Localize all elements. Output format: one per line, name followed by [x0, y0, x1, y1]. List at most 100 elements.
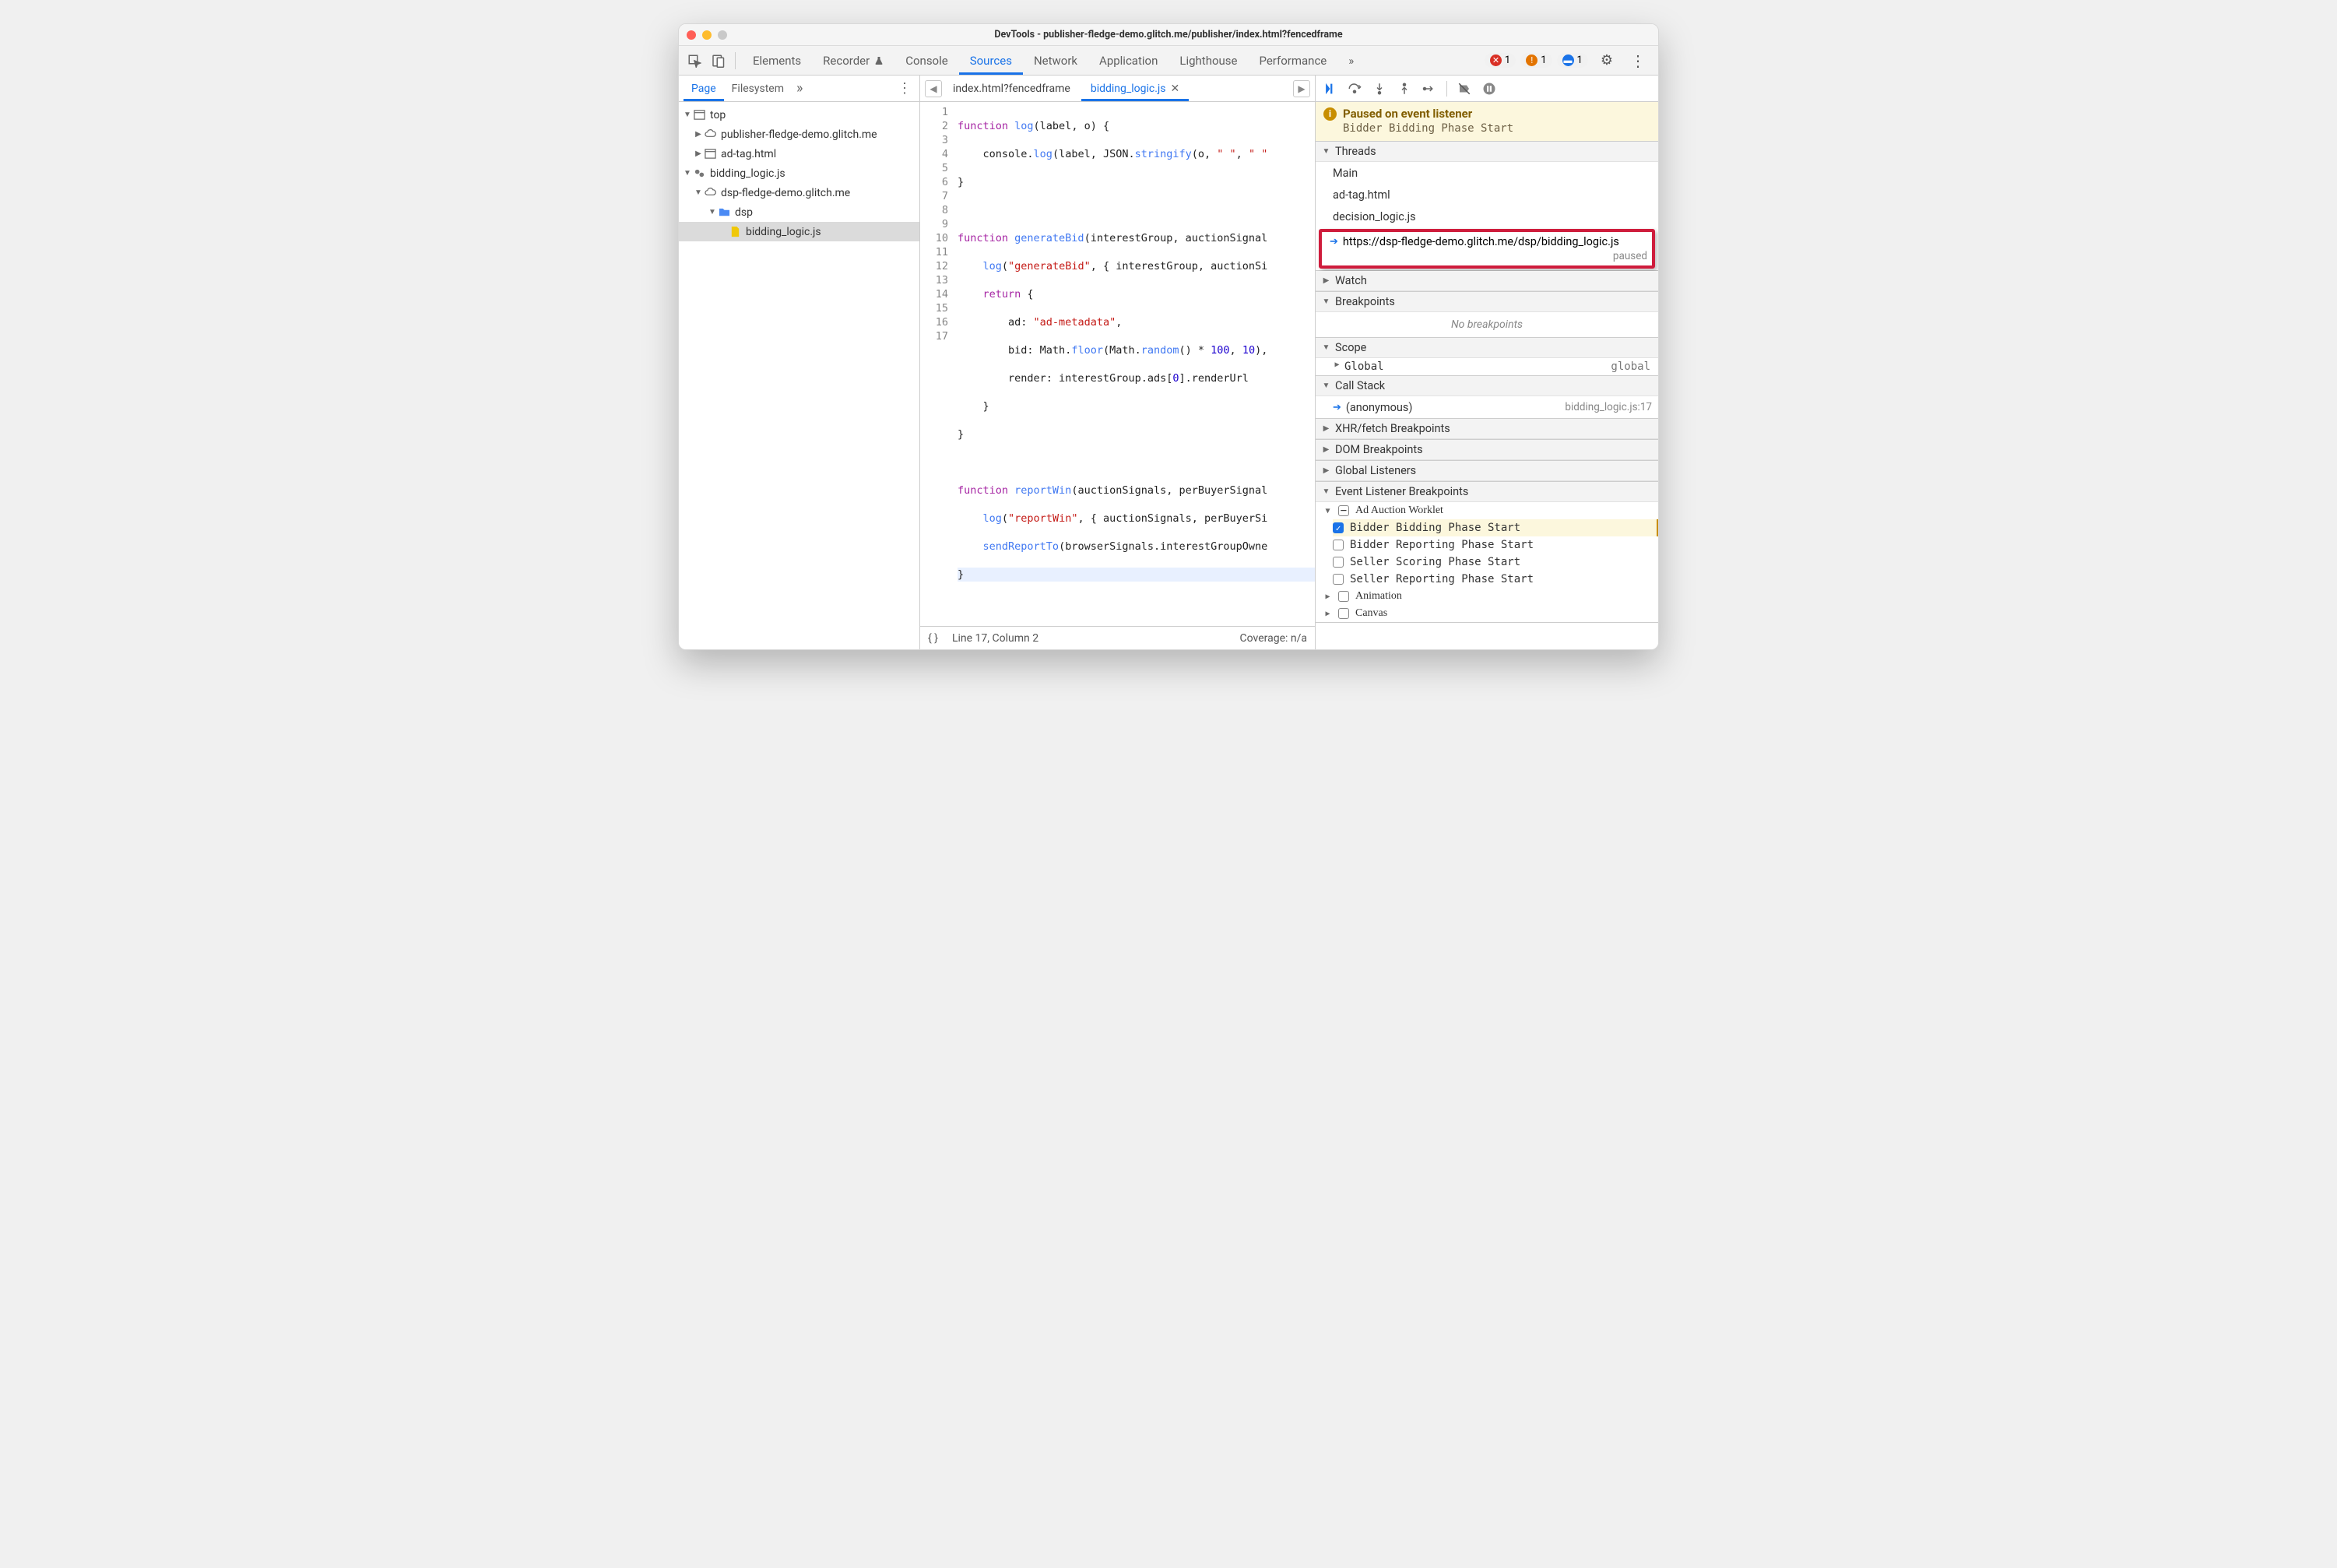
- navigator-menu-icon[interactable]: ⋮: [894, 80, 915, 97]
- code-editor[interactable]: 1234567891011121314151617 function log(l…: [920, 102, 1315, 626]
- xhr-header[interactable]: ▶XHR/fetch Breakpoints: [1316, 419, 1658, 439]
- scope-header[interactable]: ▼Scope: [1316, 338, 1658, 358]
- editor-panel: ◀ index.html?fencedframe bidding_logic.j…: [920, 76, 1316, 649]
- debugger-panel: iPaused on event listener Bidder Bidding…: [1316, 76, 1658, 649]
- coverage-label: Coverage: n/a: [1240, 632, 1307, 645]
- gears-icon: [693, 167, 705, 180]
- close-icon[interactable]: ✕: [1170, 83, 1179, 95]
- thread-current-highlight: ➔https://dsp-fledge-demo.glitch.me/dsp/b…: [1319, 229, 1655, 269]
- settings-icon[interactable]: ⚙: [1601, 52, 1613, 69]
- checkbox-unchecked[interactable]: [1333, 574, 1344, 585]
- warning-icon: !: [1526, 54, 1538, 66]
- checkbox-unchecked[interactable]: [1333, 557, 1344, 568]
- file-tab-bidding[interactable]: bidding_logic.js✕: [1081, 76, 1189, 101]
- tab-network[interactable]: Network: [1023, 46, 1088, 75]
- step-button[interactable]: [1422, 81, 1437, 97]
- warning-count[interactable]: !1: [1520, 53, 1552, 68]
- step-into-button[interactable]: [1372, 81, 1387, 97]
- tab-lighthouse[interactable]: Lighthouse: [1168, 46, 1248, 75]
- subtab-page[interactable]: Page: [684, 76, 724, 101]
- threads-header[interactable]: ▼Threads: [1316, 142, 1658, 162]
- cloud-icon: [704, 128, 716, 141]
- thread-decision[interactable]: decision_logic.js: [1316, 206, 1658, 227]
- error-count[interactable]: ✕1: [1485, 53, 1516, 68]
- checkbox-unchecked[interactable]: [1333, 540, 1344, 550]
- info-icon: i: [1323, 107, 1337, 121]
- thread-current[interactable]: https://dsp-fledge-demo.glitch.me/dsp/bi…: [1343, 235, 1619, 248]
- dom-panel: ▶DOM Breakpoints: [1316, 440, 1658, 461]
- elb-seller-scoring[interactable]: Seller Scoring Phase Start: [1333, 554, 1658, 571]
- breakpoints-header[interactable]: ▼Breakpoints: [1316, 292, 1658, 312]
- tree-bidding-file[interactable]: bidding_logic.js: [679, 222, 919, 241]
- error-icon: ✕: [1490, 54, 1502, 66]
- tab-overflow[interactable]: »: [1337, 46, 1365, 75]
- inspect-element-icon[interactable]: [684, 50, 705, 72]
- no-breakpoints-label: No breakpoints: [1316, 312, 1658, 337]
- scope-global-row[interactable]: ▶Globalglobal: [1316, 358, 1658, 375]
- elb-adauction[interactable]: ▼−Ad Auction Worklet: [1316, 502, 1658, 519]
- tab-performance[interactable]: Performance: [1248, 46, 1337, 75]
- tree-publisher[interactable]: ▶publisher-fledge-demo.glitch.me: [679, 125, 919, 144]
- format-icon[interactable]: { }: [928, 632, 938, 645]
- elb-seller-reporting[interactable]: Seller Reporting Phase Start: [1333, 571, 1658, 588]
- tab-sources[interactable]: Sources: [959, 46, 1023, 75]
- current-arrow-icon: ➔: [1333, 402, 1341, 413]
- tab-application[interactable]: Application: [1088, 46, 1168, 75]
- tree-top[interactable]: ▼top: [679, 105, 919, 125]
- subtab-filesystem[interactable]: Filesystem: [724, 76, 792, 101]
- checkbox-checked[interactable]: ✓: [1333, 522, 1344, 533]
- nav-back-button[interactable]: ◀: [925, 80, 942, 97]
- elb-canvas[interactable]: ▶Canvas: [1316, 605, 1658, 622]
- more-menu-icon[interactable]: ⋮: [1630, 51, 1646, 70]
- frame-icon: [693, 109, 705, 121]
- checkbox-unchecked[interactable]: [1338, 608, 1349, 619]
- subtab-overflow[interactable]: »: [792, 80, 807, 97]
- code-area[interactable]: function log(label, o) { console.log(lab…: [954, 102, 1315, 626]
- global-listeners-header[interactable]: ▶Global Listeners: [1316, 461, 1658, 481]
- step-over-button[interactable]: [1347, 81, 1362, 97]
- line-gutter: 1234567891011121314151617: [920, 102, 954, 626]
- resume-button[interactable]: [1322, 81, 1337, 97]
- scope-panel: ▼Scope ▶Globalglobal: [1316, 338, 1658, 376]
- thread-adtag[interactable]: ad-tag.html: [1316, 184, 1658, 206]
- window-title: DevTools - publisher-fledge-demo.glitch.…: [679, 29, 1658, 40]
- step-out-button[interactable]: [1397, 81, 1412, 97]
- dom-header[interactable]: ▶DOM Breakpoints: [1316, 440, 1658, 460]
- message-count[interactable]: ▬1: [1557, 53, 1588, 68]
- deactivate-breakpoints-button[interactable]: [1457, 81, 1472, 97]
- tab-recorder[interactable]: Recorder: [812, 46, 894, 75]
- debug-accordion[interactable]: ▼Threads Main ad-tag.html decision_logic…: [1316, 142, 1658, 649]
- thread-main[interactable]: Main: [1316, 162, 1658, 184]
- nav-forward-button[interactable]: ▶: [1293, 80, 1310, 97]
- breakpoints-panel: ▼Breakpoints No breakpoints: [1316, 292, 1658, 338]
- tree-adtag[interactable]: ▶ad-tag.html: [679, 144, 919, 163]
- elb-bidder-reporting[interactable]: Bidder Reporting Phase Start: [1333, 536, 1658, 554]
- callstack-frame-0[interactable]: ➔ (anonymous) bidding_logic.js:17: [1316, 396, 1658, 418]
- watch-panel: ▶Watch: [1316, 271, 1658, 292]
- notification-counts: ✕1 !1 ▬1: [1485, 53, 1591, 68]
- elb-header[interactable]: ▼Event Listener Breakpoints: [1316, 482, 1658, 502]
- tree-bidding-worklet[interactable]: ▼bidding_logic.js: [679, 163, 919, 183]
- tab-elements[interactable]: Elements: [742, 46, 812, 75]
- elb-bidder-bidding[interactable]: ✓Bidder Bidding Phase Start: [1333, 519, 1658, 536]
- tab-console[interactable]: Console: [894, 46, 959, 75]
- callstack-header[interactable]: ▼Call Stack: [1316, 376, 1658, 396]
- elb-animation[interactable]: ▶Animation: [1316, 588, 1658, 605]
- device-toggle-icon[interactable]: [707, 50, 729, 72]
- pause-exceptions-button[interactable]: [1481, 81, 1497, 97]
- global-listeners-panel: ▶Global Listeners: [1316, 461, 1658, 482]
- paused-label: paused: [1613, 250, 1647, 262]
- file-tab-index[interactable]: index.html?fencedframe: [944, 76, 1080, 101]
- main-toolbar: Elements Recorder Console Sources Networ…: [679, 46, 1658, 76]
- tree-dsp-folder[interactable]: ▼dsp: [679, 202, 919, 222]
- checkbox-unchecked[interactable]: [1338, 591, 1349, 602]
- tree-dsp-cloud[interactable]: ▼dsp-fledge-demo.glitch.me: [679, 183, 919, 202]
- paused-banner: iPaused on event listener Bidder Bidding…: [1316, 102, 1658, 142]
- callstack-panel: ▼Call Stack ➔ (anonymous) bidding_logic.…: [1316, 376, 1658, 419]
- message-icon: ▬: [1562, 54, 1574, 66]
- cursor-position: Line 17, Column 2: [952, 632, 1038, 645]
- checkbox-mixed[interactable]: −: [1338, 505, 1349, 516]
- xhr-panel: ▶XHR/fetch Breakpoints: [1316, 419, 1658, 440]
- watch-header[interactable]: ▶Watch: [1316, 271, 1658, 291]
- file-tree: ▼top ▶publisher-fledge-demo.glitch.me ▶a…: [679, 102, 919, 649]
